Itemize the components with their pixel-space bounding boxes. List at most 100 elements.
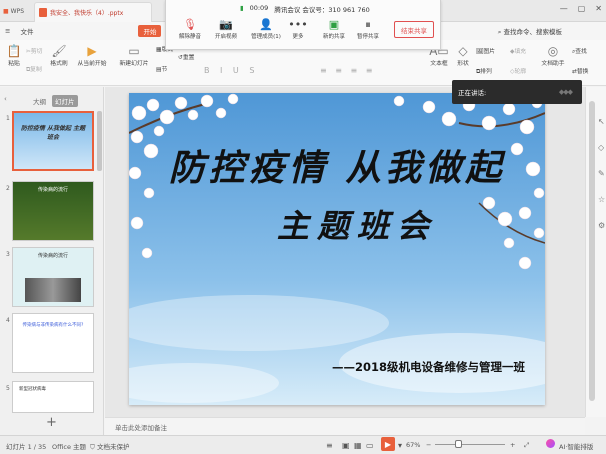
video-off-icon: 📷 xyxy=(219,18,233,31)
minimize-icon[interactable]: — xyxy=(560,4,568,13)
thumbnail-title: 传染病的流行 xyxy=(37,253,68,259)
outline-button[interactable]: ◇轮廓 xyxy=(510,66,526,75)
manage-members-button[interactable]: 👤 管理成员(1) xyxy=(248,18,284,40)
slide-title[interactable]: 防控疫情 从我做起 xyxy=(129,139,545,191)
meeting-toolbar: ▮ 00:09 腾讯会议 会议号：310 961 760 🎙 解除静音 📷 开启… xyxy=(165,0,441,50)
command-search[interactable]: ⌕ 查找命令、搜索模板 xyxy=(498,26,562,37)
section-button[interactable]: ▤节 xyxy=(156,64,167,73)
more-button[interactable]: ••• 更多 xyxy=(280,18,316,40)
signal-icon: ▮ xyxy=(240,4,244,12)
slide-thumbnail-4[interactable]: 传染病与非传染病有什么不同? xyxy=(12,313,94,373)
more-label: 更多 xyxy=(292,34,304,40)
from-current-button[interactable]: ▶ 从当前开始 xyxy=(74,44,110,67)
format-painter-button[interactable]: 🖌 格式刷 xyxy=(48,44,70,67)
assistant-icon: ◎ xyxy=(547,44,559,58)
zoom-slider-track[interactable] xyxy=(435,444,505,445)
picture-button[interactable]: 🖼图片 xyxy=(476,46,495,55)
font-style-buttons[interactable]: B I U S xyxy=(204,66,258,75)
animation-tool-icon[interactable]: ☆ xyxy=(598,195,605,204)
vertical-scrollbar[interactable]: ↖ ◇ ✎ ☆ ⚙ xyxy=(585,87,606,417)
pause-share-label: 暂停共享 xyxy=(356,34,379,40)
doc-protection-status[interactable]: ⛉ 文档未保护 xyxy=(90,441,129,452)
new-share-button[interactable]: ▣ 新的共享 xyxy=(316,18,352,40)
microphone-muted-icon: 🎙 xyxy=(183,18,197,31)
paragraph-buttons[interactable]: ≡ ≡ ≡ ≡ xyxy=(320,66,375,75)
tab-slides[interactable]: 幻灯片 xyxy=(52,95,78,107)
zoom-slider-handle[interactable] xyxy=(455,440,462,448)
settings-tool-icon[interactable]: ⚙ xyxy=(598,221,605,230)
shape-tool-icon[interactable]: ◇ xyxy=(598,143,604,152)
zoom-in-icon[interactable]: + xyxy=(510,441,515,449)
add-slide-icon[interactable]: + xyxy=(46,415,57,430)
fill-label: 填充 xyxy=(514,49,527,55)
cut-button[interactable]: ✂剪切 xyxy=(26,46,42,55)
replace-button[interactable]: ⇄替换 xyxy=(572,66,588,75)
style-tool-icon[interactable]: ✎ xyxy=(598,169,605,178)
ai-layout-label[interactable]: AI·智能排版 xyxy=(559,441,593,451)
close-icon[interactable]: ✕ xyxy=(595,4,602,13)
picture-label: 图片 xyxy=(483,49,495,55)
section-label: 节 xyxy=(161,67,168,73)
notes-pane[interactable]: 单击此处添加备注 xyxy=(105,417,585,435)
arrange-label: 排列 xyxy=(480,69,492,75)
copy-button[interactable]: ⧉复制 xyxy=(26,64,42,74)
slide-thumbnail-3[interactable]: 传染病的流行 xyxy=(12,247,94,307)
dropdown-icon[interactable]: ▾ xyxy=(398,441,402,450)
find-button[interactable]: ⌕查找 xyxy=(572,46,587,56)
reading-view-icon[interactable]: ▭ xyxy=(366,441,374,450)
outline-label: 轮廓 xyxy=(514,69,527,75)
maximize-icon[interactable]: ▢ xyxy=(578,4,586,13)
command-search-label: 查找命令、搜索模板 xyxy=(503,28,563,36)
end-share-button[interactable]: 结束共享 xyxy=(394,21,434,38)
slide-thumbnail-5[interactable]: 新型冠状病毒 xyxy=(12,381,94,413)
zoom-out-icon[interactable]: − xyxy=(426,441,431,449)
normal-view-icon[interactable]: ▣ xyxy=(342,441,350,450)
start-video-button[interactable]: 📷 开启视频 xyxy=(208,18,244,40)
paste-button[interactable]: 📋 粘贴 xyxy=(4,44,24,67)
current-slide[interactable]: 防控疫情 从我做起 主题班会 ——2018级机电设备维修与管理一班 xyxy=(129,93,545,405)
sorter-view-icon[interactable]: ▦ xyxy=(354,441,362,450)
scrollbar-thumb[interactable] xyxy=(589,101,595,401)
play-icon: ▶ xyxy=(384,439,392,449)
hamburger-icon[interactable]: ≡ xyxy=(0,27,15,35)
new-slide-label: 新建幻灯片 xyxy=(119,61,149,67)
thumbnail-scrollbar[interactable] xyxy=(97,111,102,171)
copy-label: 复制 xyxy=(30,67,42,73)
fit-window-icon[interactable]: ⤢ xyxy=(524,441,529,450)
cut-label: 剪切 xyxy=(30,49,43,55)
zoom-level[interactable]: 67% xyxy=(406,441,420,449)
collapse-panel-icon[interactable]: ‹ xyxy=(4,95,7,103)
tab-outline[interactable]: 大纲 xyxy=(30,95,49,107)
pause-share-button[interactable]: ⏸ 暂停共享 xyxy=(350,18,386,40)
meeting-info: ▮ 00:09 腾讯会议 会议号：310 961 760 xyxy=(240,4,370,14)
menu-start[interactable]: 开始 xyxy=(138,25,162,37)
play-slideshow-button[interactable]: ▶ xyxy=(381,437,395,451)
more-icon: ••• xyxy=(288,18,308,31)
notes-placeholder: 单击此处添加备注 xyxy=(115,423,167,432)
shape-button[interactable]: ◇ 形状 xyxy=(452,44,474,67)
select-icon[interactable]: ↖ xyxy=(598,117,605,126)
arrange-button[interactable]: ⧉排列 xyxy=(476,66,492,76)
app-tab[interactable]: ■ WPS xyxy=(0,0,32,22)
from-current-label: 从当前开始 xyxy=(77,61,107,67)
slide-thumbnail-2[interactable]: 传染病的流行 xyxy=(12,181,94,241)
slide-class-line[interactable]: ——2018级机电设备维修与管理一班 xyxy=(332,359,525,375)
doc-assistant-label: 文档助手 xyxy=(541,61,565,67)
pause-icon: ⏸ xyxy=(365,18,371,31)
shape-label: 形状 xyxy=(457,61,469,67)
fill-button[interactable]: ◆填充 xyxy=(510,46,526,55)
menu-file[interactable]: 文件 xyxy=(15,26,38,36)
unmute-button[interactable]: 🎙 解除静音 xyxy=(172,18,208,40)
slide-thumbnail-1[interactable]: 防控疫情 从我做起 主题班会 xyxy=(12,111,94,171)
thumbnail-title: 防控疫情 从我做起 主题班会 xyxy=(20,125,86,141)
audio-wave-icon: ◆◆◆ xyxy=(558,88,573,96)
meeting-label: 腾讯会议 会议号：310 961 760 xyxy=(274,6,370,14)
new-slide-button[interactable]: ▭ 新建幻灯片 xyxy=(116,44,152,67)
reset-button[interactable]: ↺重置 xyxy=(178,52,194,61)
notes-toggle-icon[interactable]: ≡ xyxy=(326,441,333,450)
document-tab[interactable]: 我安全、我快乐（4）.pptx xyxy=(34,2,152,22)
status-bar: 幻灯片 1 / 35 Office 主题 ⛉ 文档未保护 ≡ ▣ ▦ ▭ ▾ 6… xyxy=(0,435,606,454)
doc-assistant-button[interactable]: ◎ 文档助手 xyxy=(538,44,568,67)
app-name: WPS xyxy=(10,7,25,15)
slide-subtitle[interactable]: 主题班会 xyxy=(129,201,545,247)
